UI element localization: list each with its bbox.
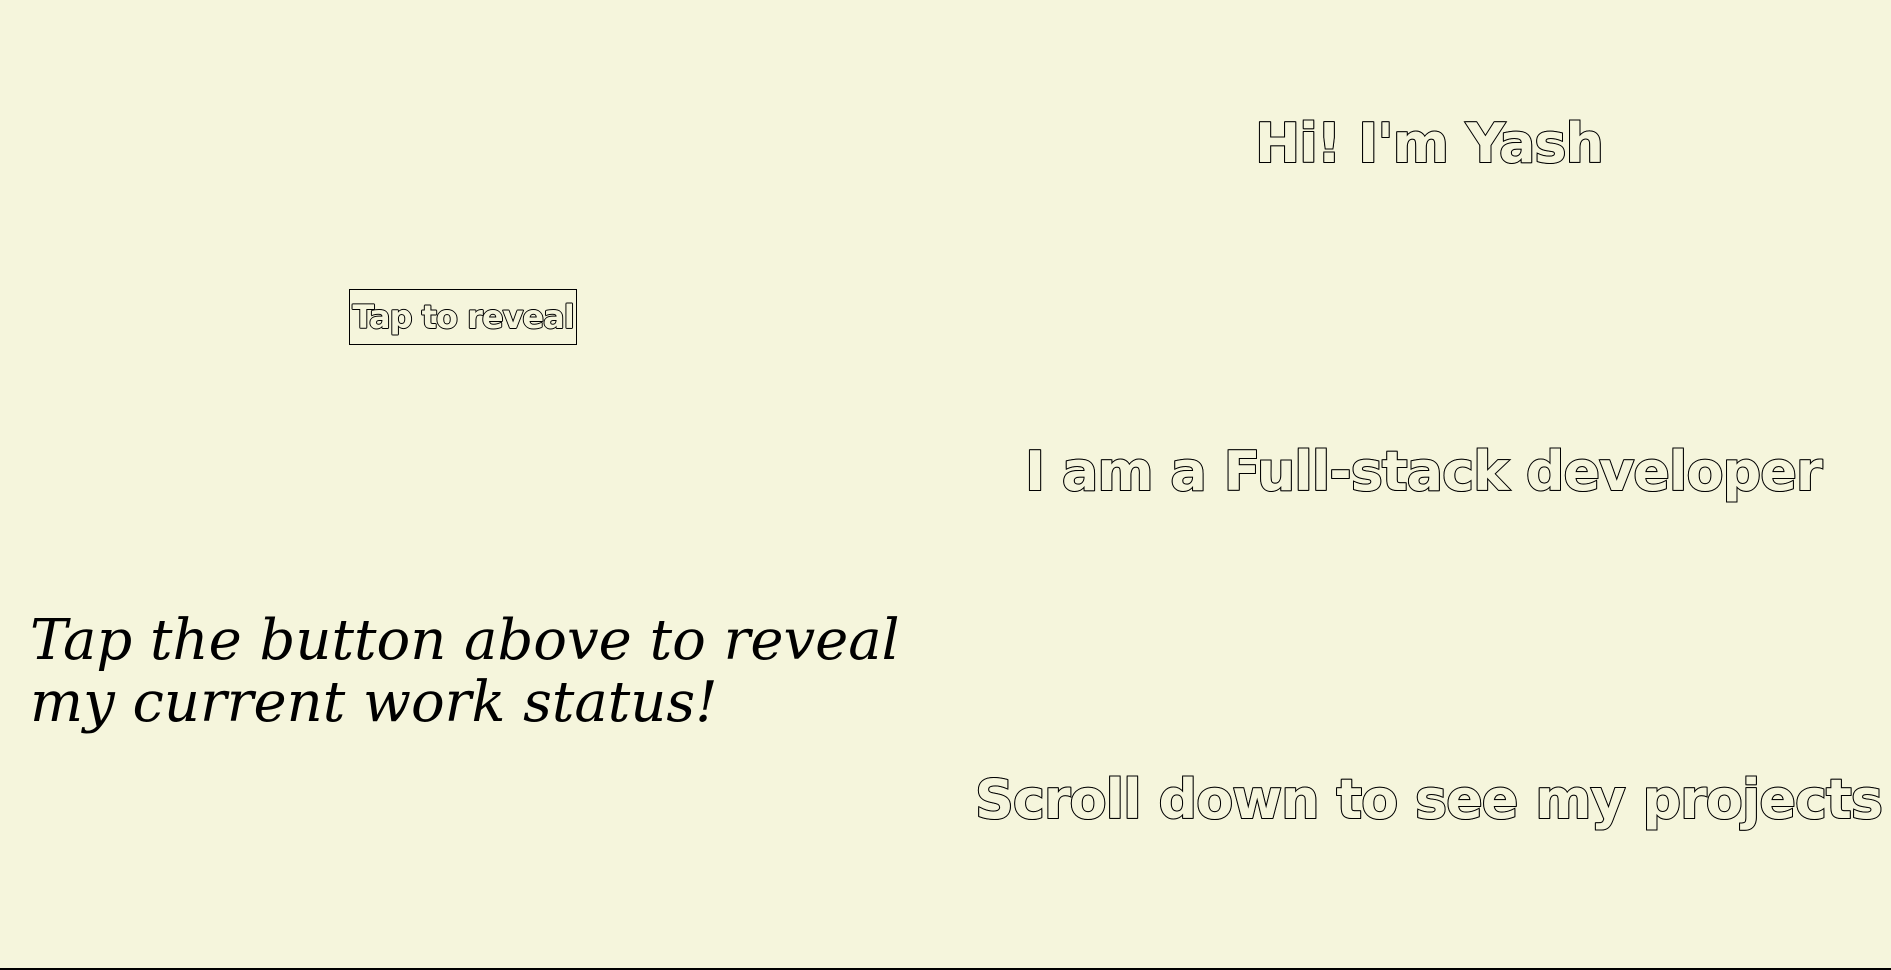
greeting-heading: Hi! I'm Yash <box>1254 111 1605 176</box>
work-status-prompt-line-1: Tap the button above to reveal <box>30 608 900 673</box>
tap-to-reveal-button[interactable]: Tap to reveal <box>349 289 577 345</box>
tap-to-reveal-button-label: Tap to reveal <box>352 297 576 337</box>
portfolio-hero-page: Hi! I'm Yash Tap to reveal I am a Full-s… <box>0 0 1891 970</box>
work-status-prompt-line-2: my current work status! <box>30 670 718 735</box>
role-heading: I am a Full-stack developer <box>1024 439 1823 504</box>
work-status-prompt: Tap the button above to reveal my curren… <box>30 608 900 735</box>
scroll-down-hint: Scroll down to see my projects <box>974 767 1884 832</box>
